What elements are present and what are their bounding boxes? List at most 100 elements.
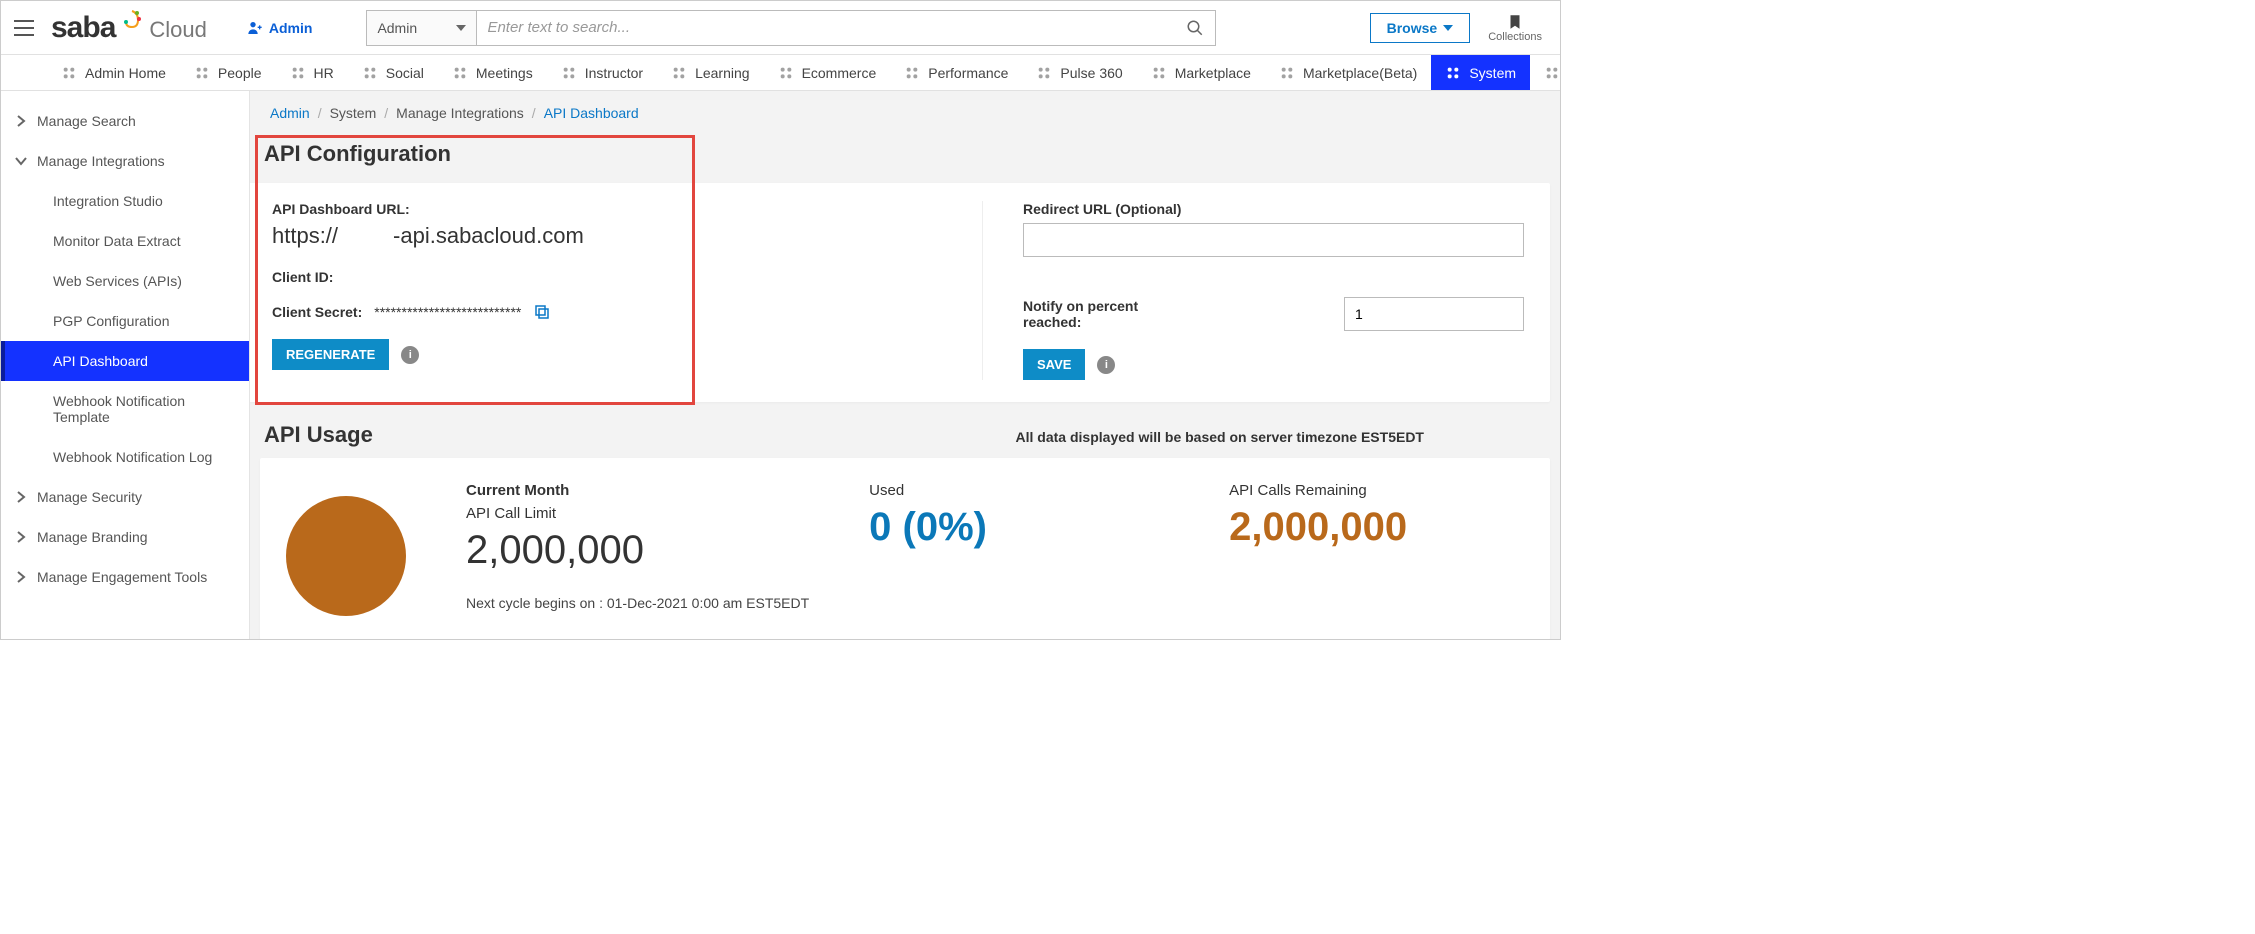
nav-icon — [1445, 65, 1461, 81]
sidebar-item-integration-studio[interactable]: Integration Studio — [39, 181, 249, 221]
nav-tab-hr[interactable]: HR — [276, 55, 348, 90]
sidebar-item-pgp-configuration[interactable]: PGP Configuration — [39, 301, 249, 341]
sidebar-group-manage-security[interactable]: Manage Security — [1, 477, 249, 517]
nav-tab-pulse-360[interactable]: Pulse 360 — [1022, 55, 1136, 90]
sidebar-group-manage-branding[interactable]: Manage Branding — [1, 517, 249, 557]
global-search: Admin — [366, 10, 1216, 46]
collections-button[interactable]: Collections — [1488, 13, 1542, 43]
chevron-down-icon — [456, 25, 466, 31]
nav-tab-learning[interactable]: Learning — [657, 55, 764, 90]
sidebar-item-webhook-notification-log[interactable]: Webhook Notification Log — [39, 437, 249, 477]
sidebar-item-webhook-notification-template[interactable]: Webhook Notification Template — [39, 381, 249, 437]
remaining-label: API Calls Remaining — [1229, 482, 1449, 499]
api-usage-heading: API Usage — [264, 422, 373, 448]
nav-icon — [452, 65, 468, 81]
nav-tab-performance[interactable]: Performance — [890, 55, 1022, 90]
brand-sub: Cloud — [149, 17, 206, 43]
nav-icon — [290, 65, 306, 81]
sidebar-group-label: Manage Search — [37, 113, 136, 129]
hamburger-menu-icon[interactable] — [11, 15, 37, 41]
nav-tab-label: Learning — [695, 65, 750, 81]
sidebar-group-manage-integrations[interactable]: Manage Integrations — [1, 141, 249, 181]
notify-label: Notify on percent reached: — [1023, 298, 1164, 330]
nav-icon — [1036, 65, 1052, 81]
nav-tab-marketplace[interactable]: Marketplace — [1137, 55, 1265, 90]
api-usage-card: Current Month API Call Limit 2,000,000 N… — [260, 458, 1550, 639]
next-cycle-note: Next cycle begins on : 01-Dec-2021 0:00 … — [466, 595, 809, 611]
current-month-label: Current Month — [466, 482, 809, 499]
breadcrumb-item: Manage Integrations — [396, 105, 524, 121]
main-content: Admin/System/Manage Integrations/API Das… — [250, 91, 1560, 639]
nav-tab-instructor[interactable]: Instructor — [547, 55, 657, 90]
brand-swirl-icon — [121, 9, 143, 31]
admin-link-label: Admin — [269, 20, 313, 36]
nav-tab-label: People — [218, 65, 262, 81]
nav-icon — [778, 65, 794, 81]
search-scope-value: Admin — [377, 20, 417, 36]
redirect-url-label: Redirect URL (Optional) — [1023, 201, 1524, 217]
browse-button[interactable]: Browse — [1370, 13, 1471, 43]
brand-logo[interactable]: saba Cloud — [51, 11, 207, 45]
usage-donut-chart — [286, 496, 406, 616]
info-icon[interactable]: i — [1097, 356, 1115, 374]
used-label: Used — [869, 482, 1169, 499]
sidebar-group-manage-engagement-tools[interactable]: Manage Engagement Tools — [1, 557, 249, 597]
nav-tab-people[interactable]: People — [180, 55, 276, 90]
sidebar-item-monitor-data-extract[interactable]: Monitor Data Extract — [39, 221, 249, 261]
sidebar: Manage Search Manage Integrations Integrat… — [1, 91, 250, 639]
breadcrumb-separator: / — [384, 105, 388, 121]
breadcrumb-item[interactable]: API Dashboard — [544, 105, 639, 121]
nav-tab-an[interactable]: An — [1530, 55, 1560, 90]
admin-user-icon — [247, 20, 263, 36]
nav-tab-label: Ecommerce — [802, 65, 877, 81]
sidebar-item-api-dashboard[interactable]: API Dashboard — [1, 341, 249, 381]
nav-tab-label: Admin Home — [85, 65, 166, 81]
chevron-down-icon — [1443, 25, 1453, 31]
nav-tab-marketplace-beta-[interactable]: Marketplace(Beta) — [1265, 55, 1431, 90]
nav-tab-social[interactable]: Social — [348, 55, 438, 90]
topbar: saba Cloud Admin Admin Browse — [1, 1, 1560, 55]
search-input[interactable] — [477, 11, 1175, 45]
collections-label: Collections — [1488, 31, 1542, 43]
search-button[interactable] — [1175, 11, 1215, 45]
nav-tab-label: Pulse 360 — [1060, 65, 1122, 81]
nav-tab-label: Marketplace(Beta) — [1303, 65, 1417, 81]
brand-main: saba — [51, 11, 115, 45]
nav-icon — [904, 65, 920, 81]
nav-tab-meetings[interactable]: Meetings — [438, 55, 547, 90]
sidebar-item-web-services-apis-[interactable]: Web Services (APIs) — [39, 261, 249, 301]
nav-tab-label: Meetings — [476, 65, 533, 81]
nav-icon — [1544, 65, 1560, 81]
search-scope-dropdown[interactable]: Admin — [367, 11, 477, 45]
breadcrumbs: Admin/System/Manage Integrations/API Das… — [250, 91, 1560, 135]
admin-link[interactable]: Admin — [247, 20, 313, 36]
breadcrumb-item[interactable]: Admin — [270, 105, 310, 121]
remaining-value: 2,000,000 — [1229, 505, 1449, 550]
chevron-right-icon — [15, 491, 27, 503]
breadcrumb-separator: / — [318, 105, 322, 121]
breadcrumb-item: System — [330, 105, 377, 121]
chevron-down-icon — [15, 155, 27, 167]
bookmark-icon — [1506, 13, 1524, 31]
sidebar-group-label: Manage Security — [37, 489, 142, 505]
save-button[interactable]: SAVE — [1023, 349, 1085, 380]
nav-tab-system[interactable]: System — [1431, 55, 1530, 90]
nav-icon — [561, 65, 577, 81]
limit-label: API Call Limit — [466, 505, 809, 522]
nav-icon — [671, 65, 687, 81]
nav-tabs: Admin Home People HR Social Meetings Instruct… — [1, 55, 1560, 91]
browse-label: Browse — [1387, 20, 1438, 36]
chevron-right-icon — [15, 571, 27, 583]
sidebar-group-label: Manage Branding — [37, 529, 148, 545]
search-icon — [1186, 19, 1204, 37]
redirect-url-input[interactable] — [1023, 223, 1524, 257]
chevron-right-icon — [15, 531, 27, 543]
nav-tab-ecommerce[interactable]: Ecommerce — [764, 55, 891, 90]
chevron-right-icon — [15, 115, 27, 127]
nav-tab-label: HR — [314, 65, 334, 81]
sidebar-group-manage-search[interactable]: Manage Search — [1, 101, 249, 141]
nav-tab-admin-home[interactable]: Admin Home — [47, 55, 180, 90]
notify-input[interactable] — [1344, 297, 1524, 331]
sidebar-group-label: Manage Engagement Tools — [37, 569, 207, 585]
sidebar-group-label: Manage Integrations — [37, 153, 165, 169]
